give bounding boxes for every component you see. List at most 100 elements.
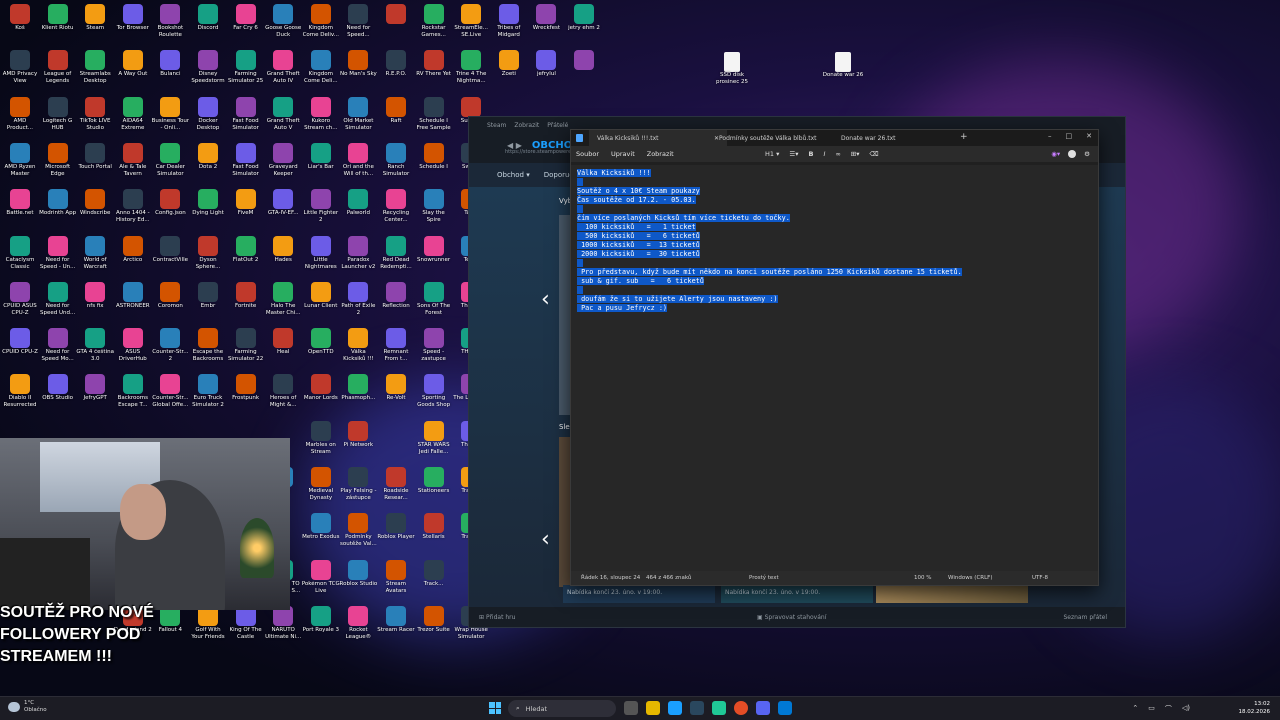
start-button[interactable] [489,702,501,714]
desktop-shortcut[interactable]: Dyson Sphere... [189,235,227,282]
notepad-icon[interactable] [778,701,792,715]
desktop-shortcut[interactable]: Modrinth App [39,189,77,235]
desktop-shortcut[interactable]: StreamEle... SE.Live [452,4,490,50]
desktop-shortcut[interactable]: Sporting Goods Shop [415,374,453,420]
link-icon[interactable]: ∞ [835,150,840,158]
desktop-file-ssd[interactable]: SSD disk prosinec 25 [708,52,756,86]
desktop-shortcut[interactable]: Ranch Simulator [377,142,415,189]
desktop-shortcut[interactable]: Goose Goose Duck [264,4,302,50]
desktop-shortcut[interactable]: Graveyard Keeper [264,142,302,189]
desktop-shortcut[interactable]: Schedule I Free Sample [415,96,453,143]
desktop-shortcut[interactable]: Discord [189,4,227,50]
desktop-shortcut[interactable]: Roadside Resear... [377,467,415,513]
desktop-shortcut[interactable]: Arctico [114,235,152,282]
chrome-icon[interactable] [734,701,748,715]
clear-format-icon[interactable]: ⌫ [870,150,879,158]
desktop-shortcut[interactable]: Backrooms Escape T... [114,374,152,420]
desktop-shortcut[interactable]: Heal [264,328,302,374]
file-explorer-icon[interactable] [646,701,660,715]
carousel-prev-icon[interactable]: ‹ [541,287,550,312]
clock[interactable]: 13:02 18.02.2026 [1239,700,1271,716]
desktop-shortcut[interactable]: Need for Speed - Un... [39,235,77,282]
desktop-shortcut[interactable]: Stream Racer [377,605,415,652]
desktop-shortcut[interactable]: Ale & Tale Tavern [114,142,152,189]
desktop-shortcut[interactable]: ASTRONEER [114,281,152,328]
desktop-shortcut[interactable]: Fast Food Simulator [227,142,265,189]
desktop-shortcut[interactable]: jetry ehm 2 [565,4,603,50]
desktop-shortcut[interactable]: Dying Light [189,189,227,235]
app-icon[interactable] [668,701,682,715]
steam-icon[interactable] [690,701,704,715]
desktop-shortcut[interactable] [565,50,603,96]
desktop-shortcut[interactable]: AMD Ryzen Master [1,142,39,189]
desktop-shortcut[interactable]: Play Felsing - zástupce [339,467,377,513]
desktop-shortcut[interactable]: Cataclysm Classic [1,235,39,282]
desktop-shortcut[interactable]: Business Tour - Onli... [151,96,189,143]
desktop-shortcut[interactable]: Paradox Launcher v2 [339,235,377,282]
status-eol[interactable]: Windows (CRLF) [948,575,992,581]
desktop-shortcut[interactable]: Hades [264,235,302,282]
deal-card[interactable]: Nabídka končí 23. úno. v 19:00. [563,585,715,603]
desktop-shortcut[interactable]: Anno 1404 - History Ed... [114,189,152,235]
taskbar-search[interactable]: ⌕ Hledat [508,700,616,717]
desktop-shortcut[interactable]: Bookshot Roulette [151,4,189,50]
desktop-shortcut[interactable]: Palworld [339,189,377,235]
desktop-shortcut[interactable]: Grand Theft Auto IV [264,50,302,96]
desktop-shortcut[interactable]: World of Warcraft [76,235,114,282]
list-icon[interactable]: ☰▾ [789,150,798,158]
desktop-shortcut[interactable]: Rocket League® [339,605,377,652]
desktop-shortcut[interactable]: Kingdom Come Deli... [302,50,340,96]
desktop-shortcut[interactable]: R.E.P.O. [377,50,415,96]
desktop-shortcut[interactable]: Grand Theft Auto V [264,96,302,143]
steam-menu-friends[interactable]: Přátelé [547,122,568,129]
desktop-shortcut[interactable]: Recycling Center... [377,189,415,235]
desktop-shortcut[interactable]: Port Royale 3 [302,605,340,652]
desktop-shortcut[interactable]: League of Legends [39,50,77,96]
desktop-shortcut[interactable]: King Of The Castle [227,605,265,652]
volume-icon[interactable]: ◁) [1182,704,1190,714]
desktop-shortcut[interactable]: Embr [189,281,227,328]
desktop-shortcut[interactable]: No Man's Sky [339,50,377,96]
desktop-shortcut[interactable]: Klient Riotu [39,4,77,50]
desktop-shortcut[interactable]: Koš [1,4,39,50]
desktop-shortcut[interactable]: Zoeti [490,50,528,96]
desktop-shortcut[interactable] [377,4,415,50]
close-icon[interactable]: ✕ [1086,132,1092,140]
desktop-shortcut[interactable]: nfs fix [76,281,114,328]
desktop-shortcut[interactable]: Steam [76,4,114,50]
italic-icon[interactable]: I [823,150,825,158]
desktop-shortcut[interactable]: AMD Privacy View [1,50,39,96]
weather-widget[interactable]: 1°C Oblačno [8,700,47,714]
desktop-shortcut[interactable]: CPUID ASUS CPU-Z [1,281,39,328]
desktop-shortcut[interactable]: Microsoft Edge [39,142,77,189]
task-view-icon[interactable] [624,701,638,715]
steam-menu-steam[interactable]: Steam [487,122,506,129]
desktop-shortcut[interactable]: FiveM [227,189,265,235]
discord-icon[interactable] [756,701,770,715]
desktop-shortcut[interactable]: Pokémon TCG Live [302,559,340,606]
desktop-shortcut[interactable]: Need for Speed Und... [39,281,77,328]
desktop-shortcut[interactable]: NARUTO Ultimate Ni... [264,605,302,652]
desktop-shortcut[interactable]: Track... [415,559,453,606]
desktop-shortcut[interactable]: Far Cry 6 [227,4,265,50]
desktop-shortcut[interactable]: Ori and the Will of th... [339,142,377,189]
desktop-shortcut[interactable]: Fortnite [227,281,265,328]
desktop-shortcut[interactable]: Red Dead Redempti... [377,235,415,282]
tab-podminky[interactable]: Podmínky soutěže Válka blbů.txt [711,130,829,146]
network-icon[interactable]: ⌒ [1165,704,1172,714]
desktop-shortcut[interactable]: Docker Desktop [189,96,227,143]
desktop-shortcut[interactable]: Heroes of Might &... [264,374,302,420]
desktop-shortcut[interactable]: Re-Volt [377,374,415,420]
desktop-shortcut[interactable]: Logitech G HUB [39,96,77,143]
desktop-shortcut[interactable]: Fast Food Simulator [227,96,265,143]
settings-icon[interactable]: ⚙ [1084,150,1090,158]
menu-view[interactable]: Zobrazit [647,150,674,158]
desktop-shortcut[interactable]: Touch Portal [76,142,114,189]
streamlabs-icon[interactable] [712,701,726,715]
desktop-shortcut[interactable]: Schedule I [415,142,453,189]
desktop-shortcut[interactable]: CPUID CPU-Z [1,328,39,374]
desktop-shortcut[interactable]: STAR WARS Jedi Falle... [415,420,453,467]
desktop-shortcut[interactable]: Medieval Dynasty [302,467,340,513]
desktop-shortcut[interactable]: Little Nightmares [302,235,340,282]
maximize-icon[interactable]: □ [1066,132,1073,140]
